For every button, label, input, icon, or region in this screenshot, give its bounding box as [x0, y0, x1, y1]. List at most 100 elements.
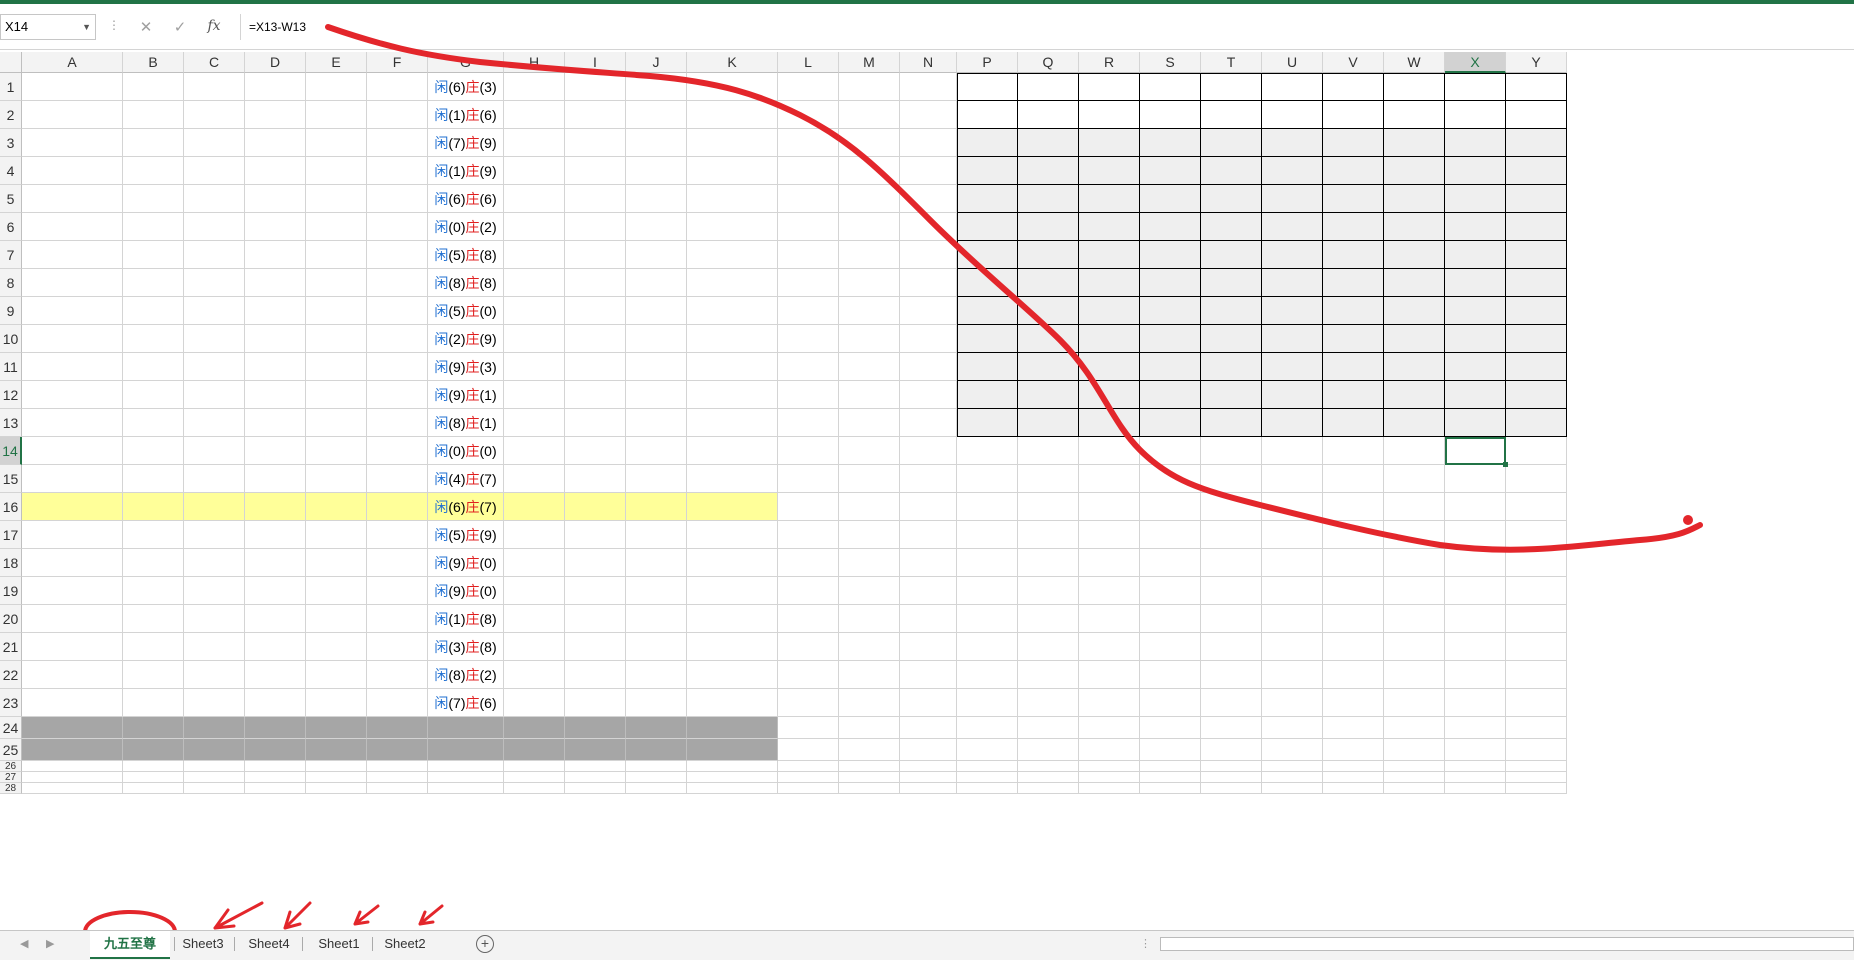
cell-n11[interactable] [900, 353, 957, 381]
cell-p21[interactable] [957, 633, 1018, 661]
cell-s27[interactable] [1140, 772, 1201, 783]
cell-h27[interactable] [504, 772, 565, 783]
cell-table[interactable] [367, 157, 428, 185]
column-header-m[interactable]: M [839, 52, 900, 73]
cell-b26[interactable] [123, 761, 184, 772]
cell-bet[interactable] [504, 157, 565, 185]
cell-l1[interactable] [778, 73, 839, 101]
cell-result[interactable]: 闲 (9) 庄 (0) [428, 549, 504, 577]
summary-total-t[interactable] [1201, 409, 1262, 437]
cell-balance[interactable] [687, 353, 778, 381]
cell-bet[interactable] [504, 465, 565, 493]
cell-u15[interactable] [1262, 465, 1323, 493]
cell-u25[interactable] [1262, 739, 1323, 761]
cell-balance[interactable] [687, 381, 778, 409]
cell-s16[interactable] [1140, 493, 1201, 521]
cell-game[interactable] [306, 269, 367, 297]
cell-s25[interactable] [1140, 739, 1201, 761]
cell-x22[interactable] [1445, 661, 1506, 689]
cell-t22[interactable] [1201, 661, 1262, 689]
cell-v28[interactable] [1323, 783, 1384, 794]
insert-function-icon[interactable]: fx [202, 18, 226, 34]
cell-n18[interactable] [900, 549, 957, 577]
cell-valid-bet[interactable] [565, 73, 626, 101]
summary-cell[interactable] [957, 269, 1018, 297]
summary-cell[interactable] [1323, 353, 1384, 381]
cell-b27[interactable] [123, 772, 184, 783]
cell-s23[interactable] [1140, 689, 1201, 717]
cell-y16[interactable] [1506, 493, 1567, 521]
cell-bet[interactable] [504, 185, 565, 213]
cell-n10[interactable] [900, 325, 957, 353]
cell-valid-bet[interactable] [565, 213, 626, 241]
cell-day[interactable] [245, 353, 306, 381]
cell-date[interactable] [22, 577, 123, 605]
summary-cell[interactable] [1445, 241, 1506, 269]
cell-m-value[interactable] [839, 185, 900, 213]
summary-row2-w[interactable] [1384, 101, 1445, 129]
cell-p19[interactable] [957, 577, 1018, 605]
column-header-n[interactable]: N [900, 52, 957, 73]
cell-id-short[interactable] [123, 269, 184, 297]
cell-result[interactable]: 闲 (8) 庄 (1) [428, 409, 504, 437]
cell-order-no[interactable] [184, 241, 245, 269]
cell-game[interactable] [306, 549, 367, 577]
summary-cell[interactable] [1018, 157, 1079, 185]
cell-t28[interactable] [1201, 783, 1262, 794]
cell-j28[interactable] [626, 783, 687, 794]
cell-table[interactable] [367, 549, 428, 577]
row-header-18[interactable]: 18 [0, 549, 22, 577]
cell-order-no[interactable] [184, 101, 245, 129]
cell-bet[interactable] [504, 409, 565, 437]
row-header-14[interactable]: 14 [0, 437, 22, 465]
cell-table[interactable] [367, 297, 428, 325]
summary-cell[interactable] [1262, 129, 1323, 157]
cell-t15[interactable] [1201, 465, 1262, 493]
cell-valid-bet[interactable] [565, 325, 626, 353]
cell-s20[interactable] [1140, 605, 1201, 633]
cell-subtotal-d[interactable] [245, 717, 306, 739]
cell-y17[interactable] [1506, 521, 1567, 549]
summary-cell[interactable] [1323, 129, 1384, 157]
cell-date[interactable] [22, 549, 123, 577]
column-header-y[interactable]: Y [1506, 52, 1567, 73]
cell-bet[interactable] [504, 493, 565, 521]
cell-date[interactable] [22, 129, 123, 157]
summary-cell[interactable] [1201, 241, 1262, 269]
cell-id-short[interactable] [123, 297, 184, 325]
cell-w28[interactable] [1384, 783, 1445, 794]
summary-header-p[interactable] [957, 73, 1018, 101]
cell-result[interactable]: 闲 (1) 庄 (6) [428, 101, 504, 129]
cell-n2[interactable] [900, 101, 957, 129]
summary-cell[interactable] [1262, 381, 1323, 409]
summary-cell[interactable] [1323, 185, 1384, 213]
cell-date[interactable] [22, 381, 123, 409]
cell-m-value[interactable] [839, 297, 900, 325]
cell-a26[interactable] [22, 761, 123, 772]
row-header-6[interactable]: 6 [0, 213, 22, 241]
cell-n24[interactable] [900, 717, 957, 739]
cell-u23[interactable] [1262, 689, 1323, 717]
cell-valid-bet[interactable] [565, 689, 626, 717]
cell-s19[interactable] [1140, 577, 1201, 605]
summary-cell[interactable] [1201, 297, 1262, 325]
cell-result[interactable]: 闲 (6) 庄 (3) [428, 73, 504, 101]
cell-p24[interactable] [957, 717, 1018, 739]
cell-m-value[interactable] [839, 465, 900, 493]
cell-order-no[interactable] [184, 213, 245, 241]
cell-i26[interactable] [565, 761, 626, 772]
cell-game[interactable] [306, 101, 367, 129]
cell-w26[interactable] [1384, 761, 1445, 772]
cell-day[interactable] [245, 521, 306, 549]
cell-l8[interactable] [778, 269, 839, 297]
summary-cell[interactable] [1506, 129, 1567, 157]
summary-cell[interactable] [1323, 213, 1384, 241]
cell-m-value[interactable] [839, 241, 900, 269]
cell-win-loss[interactable] [626, 101, 687, 129]
cell-a27[interactable] [22, 772, 123, 783]
cell-table[interactable] [367, 353, 428, 381]
cell-table[interactable] [367, 661, 428, 689]
cell-w17[interactable] [1384, 521, 1445, 549]
cell-date[interactable] [22, 605, 123, 633]
cell-order-no[interactable] [184, 157, 245, 185]
